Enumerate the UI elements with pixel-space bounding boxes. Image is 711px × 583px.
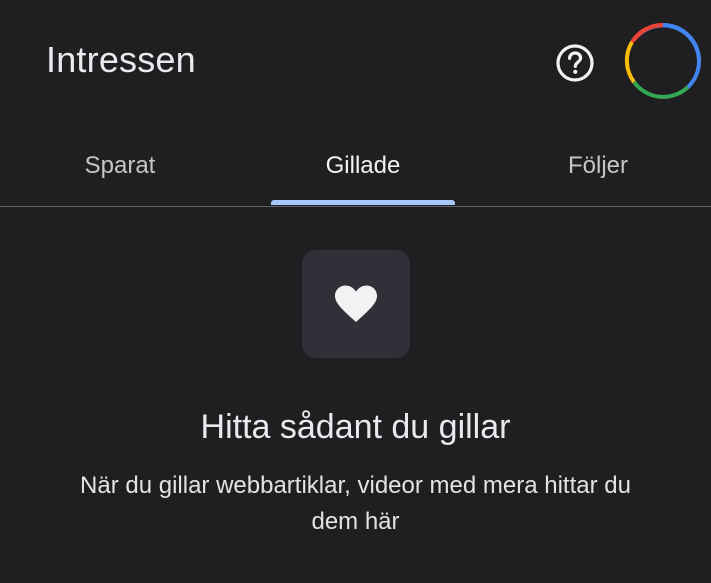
- tab-gillade[interactable]: Gillade: [263, 126, 463, 205]
- empty-state-icon-box: [302, 250, 410, 358]
- active-tab-indicator: [271, 200, 455, 205]
- help-button[interactable]: [553, 41, 597, 85]
- tab-bar: Sparat Gillade Följer: [0, 126, 711, 207]
- help-circle-icon: [556, 44, 594, 82]
- empty-state-title: Hitta sådant du gillar: [200, 408, 511, 446]
- account-avatar[interactable]: [624, 22, 702, 100]
- page-title: Intressen: [46, 39, 196, 80]
- tab-foljer[interactable]: Följer: [498, 126, 698, 205]
- google-account-ring-icon: [624, 22, 702, 99]
- tab-sparat[interactable]: Sparat: [20, 126, 220, 205]
- heart-icon: [335, 285, 377, 322]
- empty-state-description: När du gillar webbartiklar, videor med m…: [80, 472, 631, 535]
